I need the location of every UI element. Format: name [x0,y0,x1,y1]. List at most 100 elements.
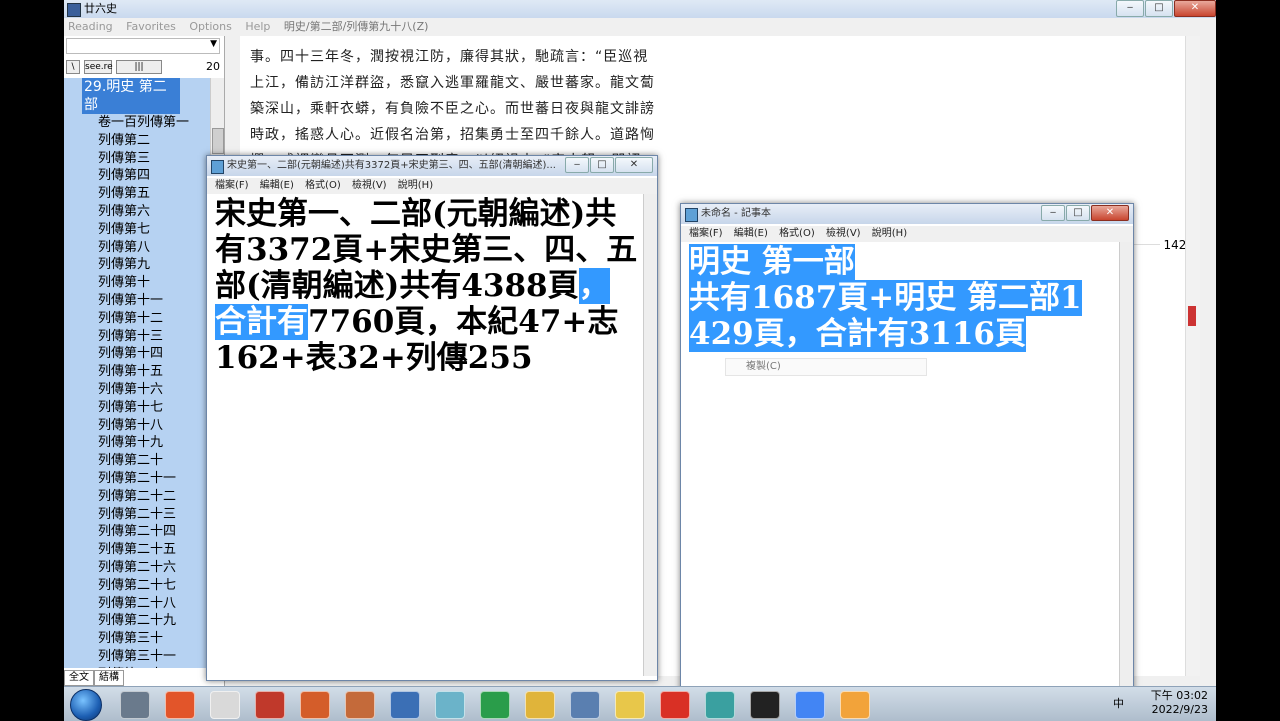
taskbar-app-icon[interactable] [795,691,825,719]
tree-item[interactable]: 列傳第十四 [98,345,210,363]
tree-item[interactable]: 列傳第八 [98,239,210,257]
taskbar-app-icon[interactable] [840,691,870,719]
taskbar-app-icon[interactable] [345,691,375,719]
clock[interactable]: 下午 03:02 2022/9/23 [1151,689,1208,717]
menu-format[interactable]: 格式(O) [305,180,341,191]
menu-edit[interactable]: 編輯(E) [260,180,294,191]
taskbar-app-icon[interactable] [750,691,780,719]
chevron-down-icon: ▼ [210,39,217,49]
taskbar-app-icon[interactable] [480,691,510,719]
menu-file[interactable]: 檔案(F) [215,180,249,191]
tree-item[interactable]: 列傳第三十二 [98,666,210,668]
notepad-icon [211,160,224,174]
tree-item[interactable]: 列傳第七 [98,221,210,239]
start-button[interactable] [70,689,102,721]
tree-item[interactable]: 列傳第二十八 [98,595,210,613]
notepad-2-title-bar: 未命名 - 記事本 ‒ □ ✕ [681,204,1133,224]
tree-item[interactable]: 列傳第三 [98,150,210,168]
tree-item[interactable]: 列傳第十六 [98,381,210,399]
tree-item[interactable]: 列傳第二十五 [98,541,210,559]
tree-item[interactable]: 列傳第二十一 [98,470,210,488]
menu-favorites[interactable]: Favorites [126,20,176,33]
menu-format[interactable]: 格式(O) [779,228,815,239]
taskbar-app-icon[interactable] [705,691,735,719]
minimize-button[interactable]: ‒ [565,157,589,173]
minimize-button[interactable]: ‒ [1041,205,1065,221]
taskbar-app-icon[interactable] [120,691,150,719]
close-button[interactable]: ✕ [1091,205,1129,221]
close-button[interactable]: ✕ [1174,0,1216,17]
chapter-tree[interactable]: 29.明史 第二部 卷一百列傳第一 列傳第二 列傳第三 列傳第四 列傳第五 列傳第六 列傳第… [64,78,210,668]
notepad-1-title-bar: 宋史第一、二部(元朝編述)共有3372頁+宋史第三、四、五部(清朝編述)... … [207,156,657,176]
notepad-1-text-area[interactable]: 宋史第一、二部(元朝編述)共有3372頁+宋史第三、四、五部(清朝編述)共有43… [211,194,643,676]
notepad-1-scrollbar[interactable] [643,194,657,676]
notepad-2-text: 明史 第一部 共有1687頁+明史 第二部1429頁，合計有3116頁 [689,244,1089,352]
tree-item[interactable]: 列傳第十五 [98,363,210,381]
tree-item[interactable]: 列傳第十一 [98,292,210,310]
tree-item[interactable]: 列傳第二十四 [98,523,210,541]
main-title-bar: 廿六史 ‒ □ ✕ [64,0,1216,18]
notepad-window-2[interactable]: 未命名 - 記事本 ‒ □ ✕ 檔案(F) 編輯(E) 格式(O) 檢視(V) … [680,203,1134,695]
tree-item[interactable]: 列傳第十八 [98,417,210,435]
tree-item[interactable]: 卷一百列傳第一 [98,114,210,132]
notepad-2-scrollbar[interactable] [1119,242,1133,690]
tree-root-item[interactable]: 29.明史 第二部 [82,78,180,114]
tree-item[interactable]: 列傳第六 [98,203,210,221]
tab-fulltext[interactable]: 全文 [64,670,94,686]
tree-item[interactable]: 列傳第五 [98,185,210,203]
taskbar-app-icon[interactable] [300,691,330,719]
tree-item[interactable]: 列傳第十九 [98,434,210,452]
tree-item[interactable]: 列傳第二十三 [98,506,210,524]
tree-toolbar-grip[interactable]: ||| [116,60,162,74]
menu-options[interactable]: Options [189,20,231,33]
maximize-button[interactable]: □ [1066,205,1090,221]
menu-help[interactable]: Help [245,20,270,33]
taskbar-app-icon[interactable] [660,691,690,719]
taskbar-app-icon[interactable] [615,691,645,719]
tree-item[interactable]: 列傳第九 [98,256,210,274]
tree-item[interactable]: 列傳第三十 [98,630,210,648]
tree-toolbar-left-button[interactable]: \ [66,60,80,74]
notepad-1-menu-bar: 檔案(F) 編輯(E) 格式(O) 檢視(V) 說明(H) [207,178,657,194]
book-select[interactable]: ▼ [66,38,220,54]
taskbar-app-icon[interactable] [435,691,465,719]
maximize-button[interactable]: □ [1145,0,1173,17]
tree-item[interactable]: 列傳第四 [98,167,210,185]
ime-indicator[interactable]: 中 [1113,695,1124,711]
menu-file[interactable]: 檔案(F) [689,228,723,239]
menu-help[interactable]: 說明(H) [398,180,433,191]
close-button[interactable]: ✕ [615,157,653,173]
menu-view[interactable]: 檢視(V) [826,228,861,239]
notepad-window-1[interactable]: 宋史第一、二部(元朝編述)共有3372頁+宋史第三、四、五部(清朝編述)... … [206,155,658,681]
taskbar-app-icon[interactable] [570,691,600,719]
tree-item[interactable]: 列傳第三十一 [98,648,210,666]
menu-edit[interactable]: 編輯(E) [734,228,768,239]
notepad-2-text-area[interactable]: 明史 第一部 共有1687頁+明史 第二部1429頁，合計有3116頁 複製(C) [685,242,1119,690]
tree-item[interactable]: 列傳第十三 [98,328,210,346]
tree-item[interactable]: 列傳第十二 [98,310,210,328]
menu-help[interactable]: 說明(H) [872,228,907,239]
tab-structure[interactable]: 結構 [94,670,124,686]
tree-item[interactable]: 列傳第二十七 [98,577,210,595]
scrollbar-thumb[interactable] [212,128,224,154]
tree-item[interactable]: 列傳第二十六 [98,559,210,577]
tree-item[interactable]: 列傳第二十九 [98,612,210,630]
tree-item[interactable]: 列傳第二十二 [98,488,210,506]
menu-reading[interactable]: Reading [68,20,113,33]
menu-view[interactable]: 檢視(V) [352,180,387,191]
taskbar-app-icon[interactable] [390,691,420,719]
context-menu-copy[interactable]: 複製(C) [725,358,927,376]
tree-item[interactable]: 列傳第十七 [98,399,210,417]
tree-item[interactable]: 列傳第十 [98,274,210,292]
taskbar-app-icon[interactable] [525,691,555,719]
tree-item[interactable]: 列傳第二 [98,132,210,150]
scrollbar-thumb[interactable] [1188,306,1196,326]
taskbar-app-icon[interactable] [210,691,240,719]
tree-toolbar-mid-button[interactable]: see.re [84,60,113,74]
maximize-button[interactable]: □ [590,157,614,173]
taskbar-app-icon[interactable] [165,691,195,719]
tree-item[interactable]: 列傳第二十 [98,452,210,470]
document-scrollbar[interactable] [1185,36,1200,676]
taskbar-app-icon[interactable] [255,691,285,719]
minimize-button[interactable]: ‒ [1116,0,1144,17]
